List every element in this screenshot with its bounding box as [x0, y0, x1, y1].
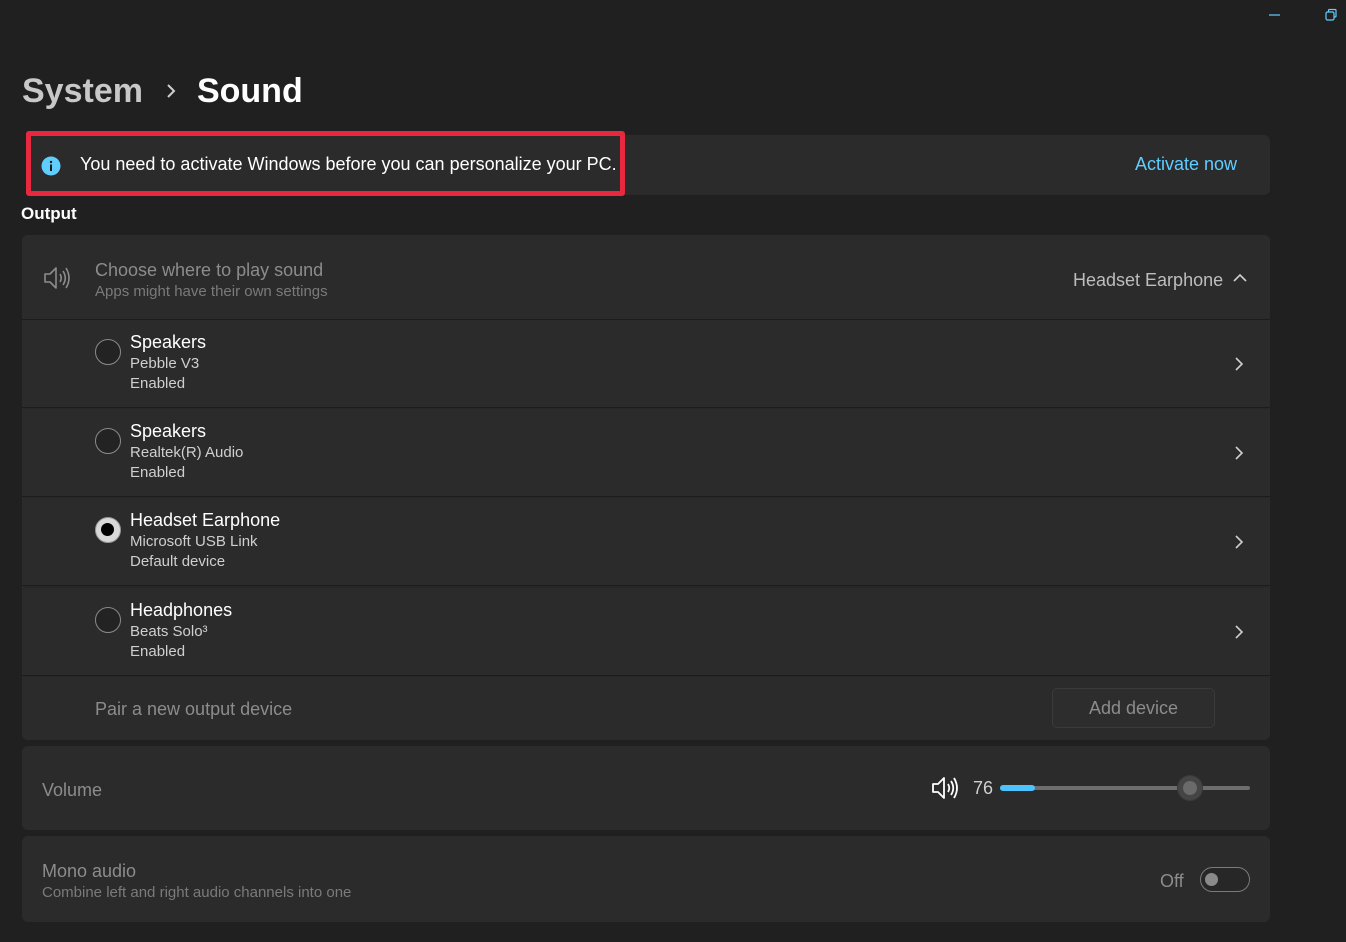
chevron-right-icon[interactable]: [1232, 354, 1246, 374]
pair-device-row: Pair a new output device Add device: [22, 677, 1270, 740]
device-row-headset-earphone[interactable]: Headset Earphone Microsoft USB Link Defa…: [22, 498, 1270, 586]
info-icon: [40, 155, 62, 177]
device-status: Enabled: [130, 464, 186, 481]
mono-audio-subtitle: Combine left and right audio channels in…: [42, 884, 352, 901]
device-model: Realtek(R) Audio: [130, 444, 244, 461]
toggle-knob: [1205, 872, 1218, 886]
volume-slider[interactable]: [1000, 775, 1250, 801]
chevron-right-icon[interactable]: [1232, 443, 1246, 463]
page-title: Sound: [196, 71, 303, 110]
minimize-icon[interactable]: [1264, 4, 1286, 26]
mono-audio-toggle[interactable]: [1200, 867, 1250, 892]
choose-output-subtitle: Apps might have their own settings: [95, 283, 328, 300]
device-model: Beats Solo³: [130, 623, 208, 640]
device-name: Speakers: [130, 421, 207, 441]
breadcrumb: System Sound: [22, 66, 303, 116]
volume-slider-thumb[interactable]: [1177, 775, 1203, 801]
volume-icon[interactable]: [930, 775, 960, 801]
device-status: Default device: [130, 553, 226, 570]
device-model: Pebble V3: [130, 355, 200, 372]
activation-message: You need to activate Windows before you …: [80, 154, 617, 174]
chevron-right-icon: [165, 83, 177, 99]
device-status: Enabled: [130, 643, 186, 660]
device-row-headphones[interactable]: Headphones Beats Solo³ Enabled: [22, 588, 1270, 676]
add-device-button[interactable]: Add device: [1052, 688, 1215, 728]
speaker-icon: [42, 264, 72, 292]
device-radio[interactable]: [95, 607, 121, 633]
device-row-speakers-pebble[interactable]: Speakers Pebble V3 Enabled: [22, 320, 1270, 408]
volume-value: 76: [973, 778, 994, 798]
device-row-speakers-realtek[interactable]: Speakers Realtek(R) Audio Enabled: [22, 409, 1270, 497]
volume-slider-fill: [1000, 785, 1035, 791]
mono-audio-title: Mono audio: [42, 861, 137, 881]
device-radio[interactable]: [95, 339, 121, 365]
device-name: Headset Earphone: [130, 510, 281, 530]
breadcrumb-system[interactable]: System: [22, 72, 143, 111]
chevron-right-icon[interactable]: [1232, 622, 1246, 642]
chevron-right-icon[interactable]: [1232, 532, 1246, 552]
selected-output-device: Headset Earphone: [1073, 270, 1224, 290]
device-status: Enabled: [130, 375, 186, 392]
mono-audio-state: Off: [1160, 871, 1184, 891]
restore-icon[interactable]: [1320, 4, 1342, 26]
mono-audio-card: Mono audio Combine left and right audio …: [22, 836, 1270, 922]
chevron-up-icon[interactable]: [1230, 270, 1250, 286]
device-name: Speakers: [130, 332, 207, 352]
volume-label: Volume: [42, 780, 103, 800]
device-radio[interactable]: [95, 428, 121, 454]
activate-now-link[interactable]: Activate now: [1135, 154, 1237, 175]
device-model: Microsoft USB Link: [130, 533, 258, 550]
volume-card: Volume 76: [22, 746, 1270, 830]
device-name: Headphones: [130, 600, 233, 620]
device-radio-selected[interactable]: [95, 517, 121, 543]
pair-device-label: Pair a new output device: [95, 699, 293, 719]
choose-output-title: Choose where to play sound: [95, 260, 324, 280]
output-section-label: Output: [21, 204, 77, 223]
